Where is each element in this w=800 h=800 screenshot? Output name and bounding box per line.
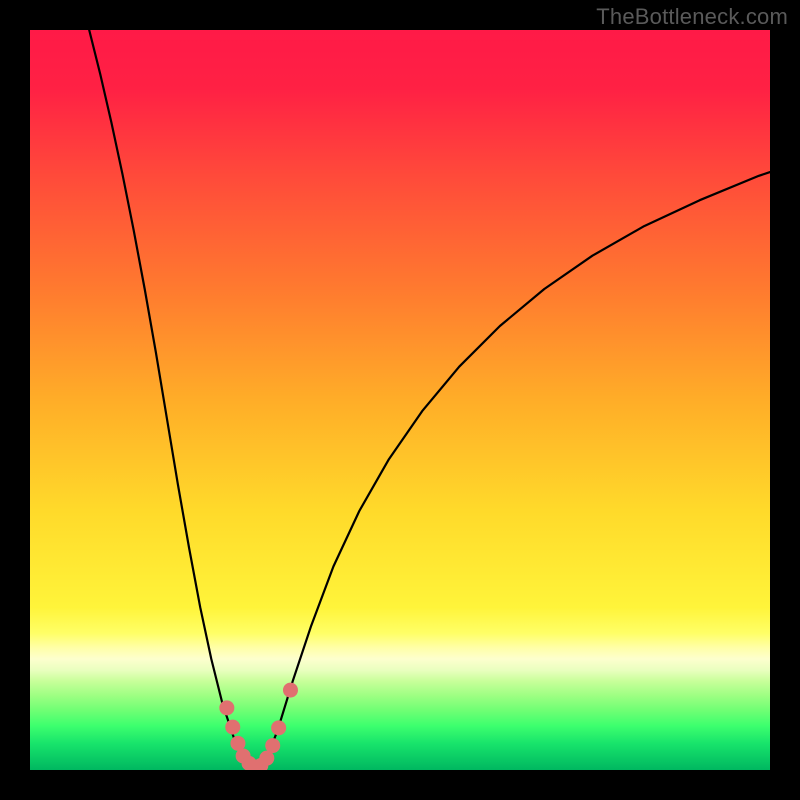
watermark-text: TheBottleneck.com xyxy=(596,4,788,30)
chart-background xyxy=(30,30,770,770)
plot-area xyxy=(30,30,770,770)
marker-dot xyxy=(219,700,234,715)
chart-frame: TheBottleneck.com xyxy=(0,0,800,800)
marker-dot xyxy=(225,720,240,735)
marker-dot xyxy=(265,738,280,753)
marker-dot xyxy=(271,720,286,735)
chart-svg xyxy=(30,30,770,770)
marker-dot xyxy=(283,683,298,698)
